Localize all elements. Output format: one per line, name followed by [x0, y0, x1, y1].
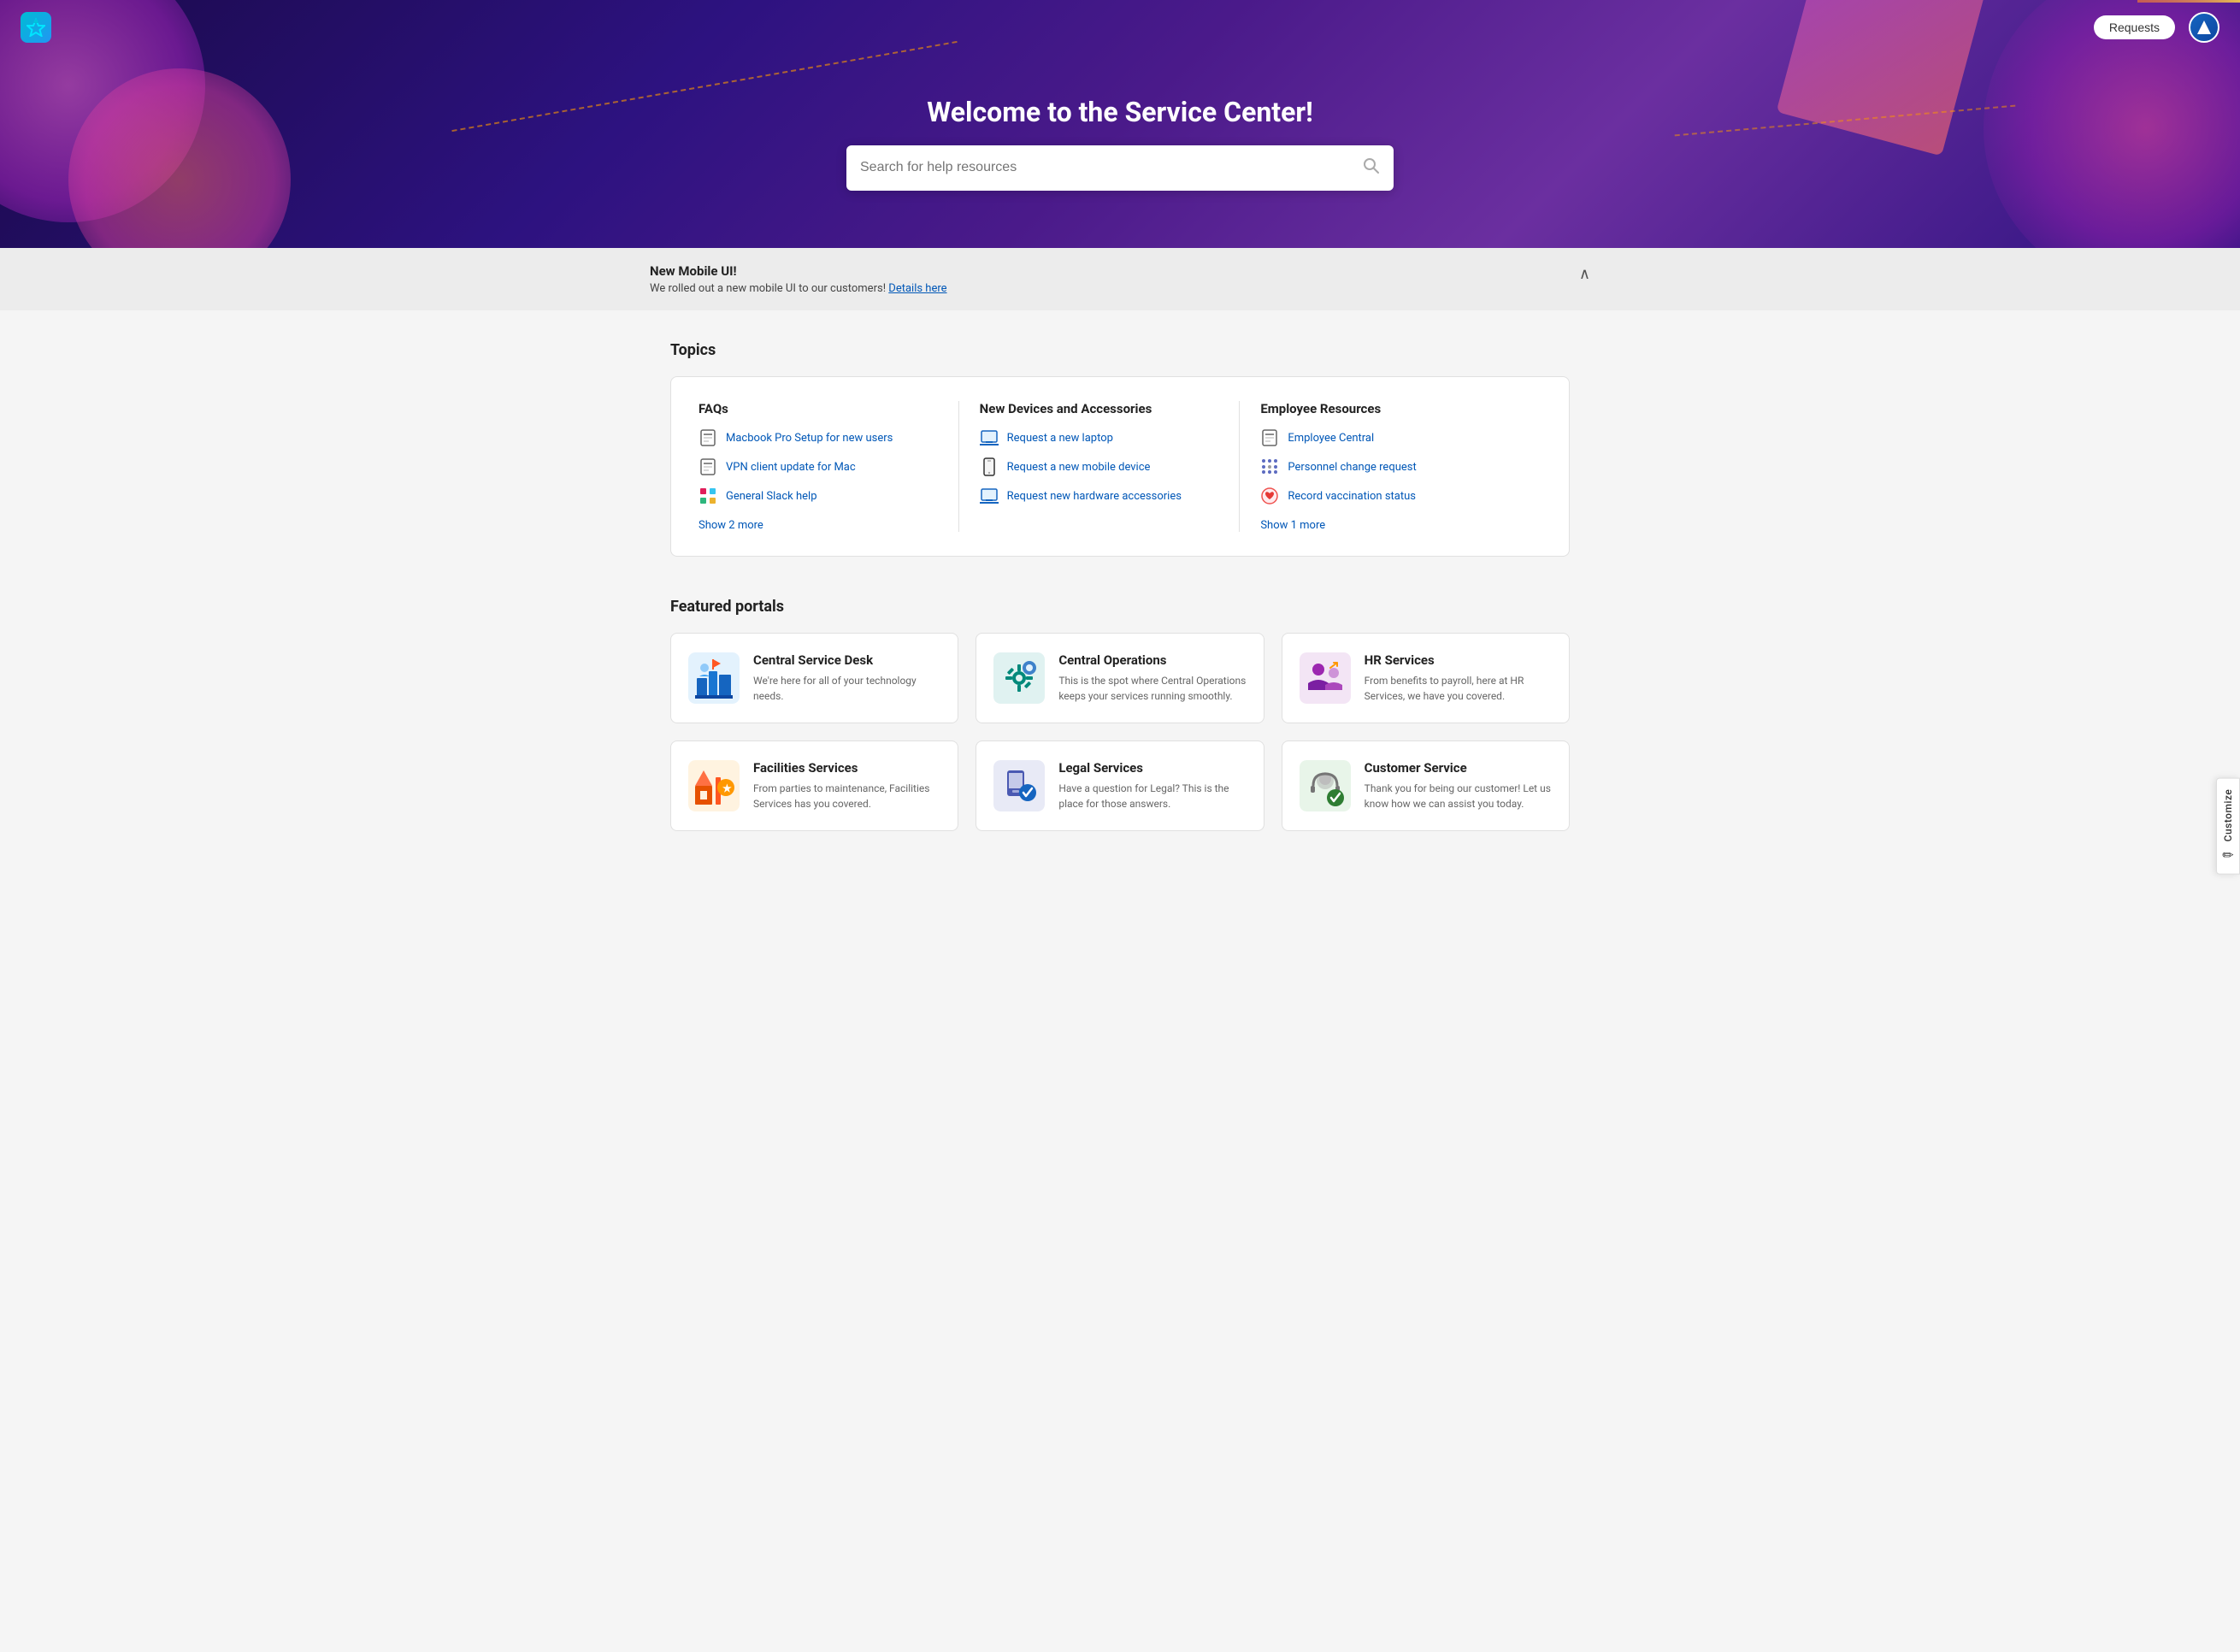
employee-text-3: Record vaccination status — [1288, 490, 1416, 503]
facilities-title: Facilities Services — [753, 760, 940, 776]
topics-title: Topics — [670, 341, 1570, 359]
top-nav: Requests — [0, 0, 2240, 55]
user-avatar-button[interactable] — [2189, 12, 2219, 43]
customer-text: Customer Service Thank you for being our… — [1365, 760, 1552, 811]
search-bar — [846, 145, 1394, 191]
announcement-banner: New Mobile UI! We rolled out a new mobil… — [0, 248, 2240, 310]
mobile-icon — [980, 457, 999, 476]
logo-icon — [21, 12, 51, 43]
announcement-body: We rolled out a new mobile UI to our cus… — [650, 282, 947, 295]
laptop-icon-1 — [980, 428, 999, 447]
faq-text-3: General Slack help — [726, 490, 817, 503]
hr-text: HR Services From benefits to payroll, he… — [1365, 652, 1552, 704]
portals-title: Featured portals — [670, 598, 1570, 616]
announcement-text: New Mobile UI! We rolled out a new mobil… — [650, 263, 947, 295]
pencil-icon: ✏ — [2222, 847, 2233, 863]
operations-icon — [993, 652, 1045, 704]
hr-desc: From benefits to payroll, here at HR Ser… — [1365, 673, 1552, 704]
portal-card-customer[interactable]: Customer Service Thank you for being our… — [1282, 740, 1570, 831]
device-text-1: Request a new laptop — [1007, 432, 1113, 445]
customize-tab[interactable]: Customize ✏ — [2216, 778, 2240, 875]
employee-item-2[interactable]: Personnel change request — [1260, 457, 1541, 476]
facilities-text: Facilities Services From parties to main… — [753, 760, 940, 811]
heart-icon — [1260, 487, 1279, 505]
hr-icon — [1300, 652, 1351, 704]
hero-title: Welcome to the Service Center! — [927, 96, 1313, 128]
customer-title: Customer Service — [1365, 760, 1552, 776]
doc-icon-1 — [699, 428, 717, 447]
slack-icon — [699, 487, 717, 505]
customer-icon — [1300, 760, 1351, 811]
faq-text-2: VPN client update for Mac — [726, 461, 856, 474]
portal-card-legal[interactable]: Legal Services Have a question for Legal… — [976, 740, 1264, 831]
faq-item-3[interactable]: General Slack help — [699, 487, 938, 505]
employee-text-2: Personnel change request — [1288, 461, 1416, 474]
operations-text: Central Operations This is the spot wher… — [1058, 652, 1246, 704]
employee-item-3[interactable]: Record vaccination status — [1260, 487, 1541, 505]
announcement-title: New Mobile UI! — [650, 263, 947, 279]
service-desk-icon — [688, 652, 740, 704]
main-content: Topics FAQs — [650, 310, 1590, 862]
portal-card-facilities[interactable]: ★ Facilities Services From parties to ma… — [670, 740, 958, 831]
topics-card: FAQs Macbook Pro Setup for new users — [670, 376, 1570, 557]
device-item-2[interactable]: Request a new mobile device — [980, 457, 1219, 476]
faq-item-2[interactable]: VPN client update for Mac — [699, 457, 938, 476]
legal-desc: Have a question for Legal? This is the p… — [1058, 781, 1246, 811]
facilities-icon: ★ — [688, 760, 740, 811]
announcement-collapse-button[interactable]: ∧ — [1579, 265, 1590, 283]
hero-banner: Requests Welcome to the Service Center! — [0, 0, 2240, 248]
search-input[interactable] — [860, 160, 1363, 175]
facilities-desc: From parties to maintenance, Facilities … — [753, 781, 940, 811]
search-icon — [1363, 157, 1380, 179]
doc-icon-2 — [699, 457, 717, 476]
legal-text: Legal Services Have a question for Legal… — [1058, 760, 1246, 811]
service-desk-title: Central Service Desk — [753, 652, 940, 668]
device-item-3[interactable]: Request new hardware accessories — [980, 487, 1219, 505]
faqs-show-more[interactable]: Show 2 more — [699, 519, 763, 532]
topic-col-faqs: FAQs Macbook Pro Setup for new users — [699, 401, 959, 532]
employee-title: Employee Resources — [1260, 401, 1541, 416]
portal-card-operations[interactable]: Central Operations This is the spot wher… — [976, 633, 1264, 723]
hr-title: HR Services — [1365, 652, 1552, 668]
portal-card-hr[interactable]: HR Services From benefits to payroll, he… — [1282, 633, 1570, 723]
requests-button[interactable]: Requests — [2094, 15, 2175, 39]
topic-col-employee: Employee Resources Employee Central — [1260, 401, 1541, 532]
hero-content: Welcome to the Service Center! — [0, 55, 2240, 248]
laptop-icon-2 — [980, 487, 999, 505]
customer-desc: Thank you for being our customer! Let us… — [1365, 781, 1552, 811]
announcement-link[interactable]: Details here — [888, 282, 946, 295]
faq-item-1[interactable]: Macbook Pro Setup for new users — [699, 428, 938, 447]
topics-section: Topics FAQs — [670, 341, 1570, 557]
portal-card-service-desk[interactable]: Central Service Desk We're here for all … — [670, 633, 958, 723]
operations-desc: This is the spot where Central Operation… — [1058, 673, 1246, 704]
service-desk-desc: We're here for all of your technology ne… — [753, 673, 940, 704]
legal-title: Legal Services — [1058, 760, 1246, 776]
device-text-2: Request a new mobile device — [1007, 461, 1151, 474]
devices-title: New Devices and Accessories — [980, 401, 1219, 416]
legal-icon — [993, 760, 1045, 811]
employee-show-more[interactable]: Show 1 more — [1260, 519, 1325, 532]
employee-item-1[interactable]: Employee Central — [1260, 428, 1541, 447]
employee-text-1: Employee Central — [1288, 432, 1374, 445]
grid-dots-icon — [1260, 457, 1279, 476]
device-item-1[interactable]: Request a new laptop — [980, 428, 1219, 447]
svg-text:★: ★ — [722, 782, 732, 794]
portals-grid: Central Service Desk We're here for all … — [670, 633, 1570, 831]
topic-col-devices: New Devices and Accessories Request a ne… — [980, 401, 1241, 532]
device-text-3: Request new hardware accessories — [1007, 490, 1182, 503]
service-desk-text: Central Service Desk We're here for all … — [753, 652, 940, 704]
faq-text-1: Macbook Pro Setup for new users — [726, 432, 893, 445]
operations-title: Central Operations — [1058, 652, 1246, 668]
faqs-title: FAQs — [699, 401, 938, 416]
topics-grid: FAQs Macbook Pro Setup for new users — [699, 401, 1541, 532]
doc-icon-emp — [1260, 428, 1279, 447]
customize-label: Customize — [2222, 789, 2234, 842]
nav-right: Requests — [2094, 12, 2219, 43]
announcement-inner: New Mobile UI! We rolled out a new mobil… — [650, 263, 1590, 295]
featured-portals-section: Featured portals — [670, 598, 1570, 831]
